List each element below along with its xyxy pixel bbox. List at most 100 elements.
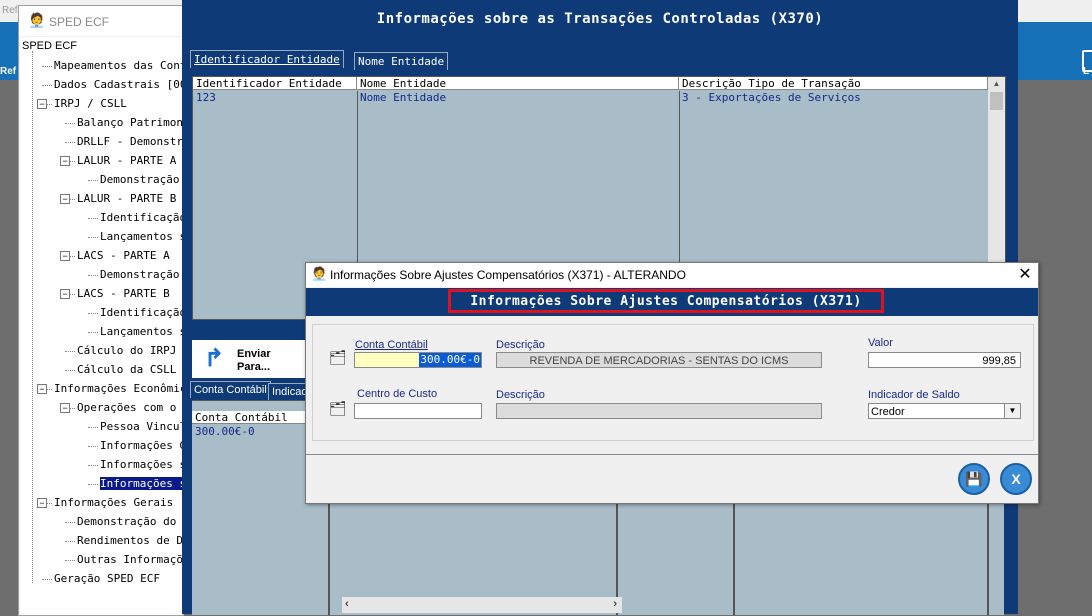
collapse-toggle-icon[interactable]: −: [37, 498, 47, 508]
floppy-disk-icon: 💾: [965, 471, 983, 487]
indicador-saldo-select[interactable]: Credor ▼: [868, 403, 1021, 419]
tree-item[interactable]: Identificação: [100, 211, 183, 224]
tree-window-title: SPED ECF: [49, 15, 110, 29]
table-cell-conta-contabil[interactable]: 300.00€-0: [192, 425, 255, 438]
centro-custo-input[interactable]: [354, 403, 482, 419]
collapse-toggle-icon[interactable]: −: [60, 289, 70, 299]
collapse-toggle-icon[interactable]: −: [60, 194, 70, 204]
grid-horizontal-scrollbar[interactable]: ‹ ›: [342, 597, 622, 613]
tree-item[interactable]: LACS - PARTE B: [77, 287, 170, 300]
tab-identificador-entidade[interactable]: Identificador Entidade: [190, 50, 344, 68]
tree-item[interactable]: Cálculo do IRPJ: [77, 344, 176, 357]
tree-item[interactable]: Outras Informaçõe: [77, 553, 183, 566]
tree-item[interactable]: Demonstração do I: [77, 515, 183, 528]
tree-connector: [88, 465, 98, 466]
tree-item[interactable]: Identificação: [100, 306, 183, 319]
scroll-right-arrow-icon[interactable]: ›: [613, 598, 617, 610]
tree-item[interactable]: Lançamentos s: [100, 325, 183, 338]
send-to-button[interactable]: ↱ Enviar Para...: [200, 342, 320, 378]
dialog-title: Informações Sobre Ajustes Compensatórios…: [330, 268, 686, 282]
column-divider: [987, 491, 989, 615]
scroll-left-arrow-icon[interactable]: ‹: [345, 598, 349, 610]
lookup-folder-icon[interactable]: 🗂: [329, 400, 347, 417]
tree-item[interactable]: LALUR - PARTE A: [77, 154, 176, 167]
tree-connector: [88, 313, 98, 314]
valor-label: Valor: [868, 337, 893, 349]
tree-item[interactable]: Informações Econômic: [54, 382, 183, 395]
tree-item[interactable]: Informações s: [100, 477, 183, 490]
tree-item[interactable]: Cálculo da CSLL: [77, 363, 176, 376]
descricao-label: Descrição: [496, 389, 545, 401]
tree-connector: [88, 484, 98, 485]
collapse-toggle-icon[interactable]: −: [60, 156, 70, 166]
valor-input[interactable]: 999,85: [868, 352, 1021, 368]
save-button[interactable]: 💾: [958, 463, 990, 495]
tree-connector: [88, 332, 98, 333]
collapse-toggle-icon[interactable]: −: [60, 403, 70, 413]
main-window-header: Informações sobre as Transações Controla…: [376, 11, 824, 27]
column-divider: [328, 491, 330, 615]
tree-item[interactable]: Balanço Patrimoni: [77, 116, 183, 129]
lookup-folder-icon[interactable]: 🗂: [329, 349, 347, 366]
tree-item[interactable]: LALUR - PARTE B: [77, 192, 176, 205]
descricao-label: Descrição: [496, 339, 545, 351]
table-cell-identificador[interactable]: 123: [193, 91, 216, 104]
app-sheriff-icon: 🧑‍💼: [28, 12, 46, 28]
descricao-field: REVENDA DE MERCADORIAS - SENTAS DO ICMS: [496, 352, 822, 368]
tab-nome-entidade[interactable]: Nome Entidade: [354, 52, 449, 70]
ribbon-right-label: L: [1083, 66, 1090, 77]
tree-item[interactable]: Rendimentos de Di: [77, 534, 183, 547]
scrollbar-thumb[interactable]: [990, 92, 1003, 110]
cancel-x-icon: X: [1011, 471, 1021, 487]
dialog-x371: 🧑‍💼 Informações Sobre Ajustes Compensató…: [305, 262, 1039, 504]
tree-connector: [88, 180, 98, 181]
descricao-field: [496, 403, 822, 419]
tree-item[interactable]: Mapeamentos das Cont: [54, 59, 183, 72]
tree-item[interactable]: Operações com o E: [77, 401, 183, 414]
tree-item[interactable]: DRLLF - Demonstra: [77, 135, 183, 148]
tree-item[interactable]: Demonstração: [100, 268, 179, 281]
tree-connector: [65, 142, 75, 143]
tree-connector: [65, 370, 75, 371]
collapse-toggle-icon[interactable]: −: [60, 251, 70, 261]
column-header-nome[interactable]: Nome Entidade: [357, 77, 679, 90]
tree-item[interactable]: Informações s: [100, 458, 183, 471]
cancel-button[interactable]: X: [1000, 463, 1032, 495]
tree-connector: [88, 218, 98, 219]
tree-connector: [88, 446, 98, 447]
column-header-identificador[interactable]: Identificador Entidade: [193, 77, 357, 90]
conta-contabil-input[interactable]: 300.00€-0: [354, 352, 482, 368]
column-header-descricao[interactable]: Descrição Tipo de Transação: [679, 77, 988, 90]
tree-item[interactable]: Dados Cadastrais [00: [54, 78, 183, 91]
tree-item[interactable]: Informações Gerais: [54, 496, 173, 509]
close-icon[interactable]: ✕: [1014, 264, 1036, 286]
collapse-toggle-icon[interactable]: −: [37, 99, 47, 109]
column-divider: [733, 491, 735, 615]
conta-contabil-label: Conta Contábil: [355, 339, 428, 351]
tree-connector: [42, 66, 52, 67]
scroll-up-arrow-icon[interactable]: ▲: [988, 77, 1005, 91]
navigation-tree[interactable]: SPED ECF Mapeamentos das Cont Dados Cadas…: [20, 37, 183, 615]
tree-item[interactable]: Informações G: [100, 439, 183, 452]
tree-item[interactable]: IRPJ / CSLL: [54, 97, 127, 110]
dialog-header-band: Informações Sobre Ajustes Compensatórios…: [306, 288, 1038, 316]
chevron-down-icon[interactable]: ▼: [1004, 404, 1020, 418]
centro-custo-label: Centro de Custo: [357, 388, 438, 400]
tree-root[interactable]: SPED ECF: [22, 40, 77, 52]
curved-arrow-icon: ↱: [204, 345, 225, 372]
collapse-toggle-icon[interactable]: −: [37, 384, 47, 394]
tree-window-titlebar: 🧑‍💼 SPED ECF: [19, 6, 183, 36]
table-cell-nome[interactable]: Nome Entidade: [357, 91, 446, 104]
dialog-form-panel: 🗂 Conta Contábil 300.00€-0 Descrição REV…: [312, 324, 1034, 441]
tree-item[interactable]: Lançamentos s: [100, 230, 183, 243]
ribbon-left-label: Ref: [0, 66, 17, 77]
tree-item[interactable]: Pessoa Vincul: [100, 420, 183, 433]
tree-item[interactable]: Demonstração: [100, 173, 179, 186]
tree-connector: [65, 541, 75, 542]
tree-connector: [42, 579, 52, 580]
tab-conta-contabil[interactable]: Conta Contábil: [190, 381, 271, 398]
tree-item[interactable]: Geração SPED ECF: [54, 572, 160, 585]
table-cell-descricao[interactable]: 3 - Exportações de Serviços: [679, 91, 861, 104]
tree-connector: [88, 237, 98, 238]
tree-item[interactable]: LACS - PARTE A: [77, 249, 170, 262]
